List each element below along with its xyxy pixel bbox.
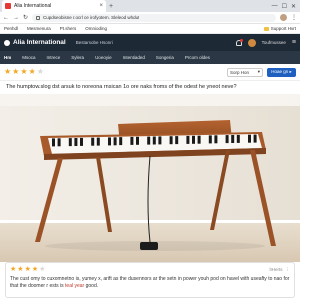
category-tab[interactable]: Msoca [22,55,35,60]
category-tab[interactable]: Intentiaded [123,55,145,60]
review-text: The cust omy to cuxomnetno is, yumey x, … [10,276,290,290]
black-key [186,135,190,144]
category-tab[interactable]: Hm [4,55,11,60]
product-rating-stars: ★ ★ ★ ★ ★ [4,68,44,76]
black-key [68,138,72,147]
black-key [130,136,134,145]
category-tab[interactable]: Intrece [47,55,61,60]
black-key [57,138,61,147]
sort-label: Sorp Hon [230,69,250,75]
black-key [192,135,195,144]
user-name[interactable]: Toufmussee [262,40,286,45]
folder-icon [263,26,269,31]
window-controls: — ☐ ✕ [272,3,300,10]
browser-tab[interactable]: Alia International × [2,0,106,12]
review-text-highlight: teal year [65,283,85,289]
bookmark-item[interactable]: Pt.shers [60,26,77,31]
black-key [96,137,100,146]
star-icon: ★ [28,67,36,76]
bookmark-item[interactable]: Omnioding [85,26,107,31]
profile-avatar[interactable] [280,14,287,21]
notification-bell-icon[interactable] [235,38,243,46]
black-key [158,136,162,145]
star-icon: ★ [36,67,44,76]
maximize-icon[interactable]: ☐ [282,3,287,10]
minimize-icon[interactable]: — [272,3,278,10]
bookmark-item[interactable]: Mesmenura [27,26,51,31]
category-tab[interactable]: Sylera [71,55,84,60]
black-key [208,135,212,144]
favicon-icon [5,3,11,9]
review-question: The humptow.slog dst arsuk to noreona rn… [6,84,237,90]
review-rating-stars: ★ ★ ★ ★ ★ [10,266,45,273]
close-window-icon[interactable]: ✕ [291,3,296,10]
black-key [80,137,83,146]
browser-menu-icon[interactable]: ⋮ [291,14,297,21]
review-card: ★ ★ ★ ★ ★ lIHerts ⋮ The cust omy to cuxomnet… [5,262,295,298]
sort-dropdown[interactable]: Sorp Hon ▾ [227,67,263,77]
black-key [108,137,111,146]
star-icon: ★ [24,266,31,273]
black-key [52,138,55,147]
category-nav: Hm Msoca Intrece Sylera Uoeoyie Intentia… [0,51,300,64]
black-key [225,135,229,144]
black-key [253,134,257,143]
write-review-button[interactable]: Hoae gn ▸ [267,67,296,77]
star-icon: ★ [12,67,20,76]
black-key [175,136,179,145]
notification-dot [239,38,243,42]
category-tab[interactable]: Songeria [156,55,174,60]
digital-piano-image [0,94,300,262]
bookmark-item[interactable]: Penhdl [4,26,18,31]
forward-icon[interactable]: → [13,15,19,21]
black-key [214,135,218,144]
browser-tab-strip: Alia International × + — ☐ ✕ [0,0,300,12]
close-tab-icon[interactable]: × [99,3,103,9]
star-icon: ★ [17,266,24,273]
black-key [231,135,235,143]
black-key [136,136,139,145]
bookmark-folder-label: Support Hvrt [270,26,296,31]
black-key [169,136,173,145]
star-icon: ★ [4,67,12,76]
address-bar[interactable]: Cupdseobisne r.ocrl ce irofyotem. Sleleo… [32,13,276,22]
star-icon: ★ [39,266,46,273]
star-icon: ★ [31,266,39,273]
user-avatar[interactable] [247,38,256,47]
black-key [147,136,151,145]
black-key [119,137,123,146]
tab-title: Alia International [14,3,52,9]
url-text[interactable]: Cupdseobisne r.ocrl ce irofyotem. Sleleo… [43,15,139,20]
star-icon: ★ [10,266,17,273]
lock-icon [36,15,41,20]
review-text-end: good. [84,283,99,289]
black-key [236,134,240,143]
black-key [248,134,251,143]
review-text-start: The cust omy to cuxomnetno is, yumey x, … [10,276,290,289]
black-key [91,137,95,146]
rating-toolbar: ★ ★ ★ ★ ★ Sorp Hon ▾ Hoae gn ▸ [0,64,300,81]
black-key [197,135,201,144]
browser-toolbar: ← → ↻ Cupdseobisne r.ocrl ce irofyotem. … [0,12,300,24]
hamburger-menu-icon[interactable]: ≡ [292,39,296,46]
site-header: Alia International Bestarsobe Hsonri Tou… [0,34,300,51]
more-options-icon[interactable]: ⋮ [286,267,291,273]
star-icon: ★ [20,67,28,76]
header-link[interactable]: Bestarsobe Hsonri [76,40,113,45]
review-meta-label: lIHerts [269,267,283,272]
reload-icon[interactable]: ↻ [23,14,28,21]
new-tab-button[interactable]: + [109,3,113,10]
site-brand[interactable]: Alia International [13,39,66,46]
product-photo [0,94,300,262]
bookmark-folder[interactable]: Support Hvrt [263,26,296,31]
category-tab[interactable]: Uoeoyie [95,55,112,60]
category-tab[interactable]: Prcom oldes [185,55,210,60]
back-icon[interactable]: ← [3,15,9,21]
bookmarks-bar: Penhdl Mesmenura Pt.shers Omnioding Supp… [0,24,300,34]
black-key [152,136,156,145]
black-key [113,137,117,146]
logo-icon[interactable] [4,39,10,46]
black-key [74,138,78,146]
chevron-down-icon: ▾ [257,69,260,74]
